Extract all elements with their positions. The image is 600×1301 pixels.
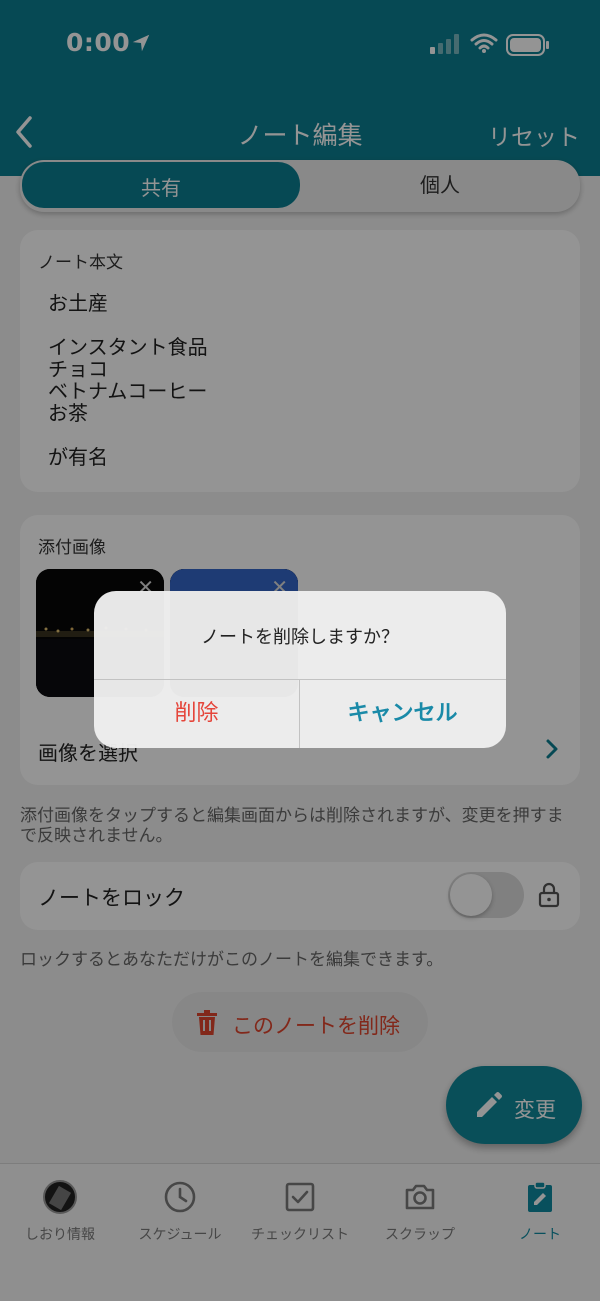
cancel-button[interactable]: キャンセル: [300, 680, 505, 748]
dialog-message: ノートを削除しますか？: [201, 627, 399, 648]
delete-confirm-dialog: ノートを削除しますか？ 削除 キャンセル: [94, 591, 506, 748]
confirm-delete-button[interactable]: 削除: [94, 680, 299, 748]
